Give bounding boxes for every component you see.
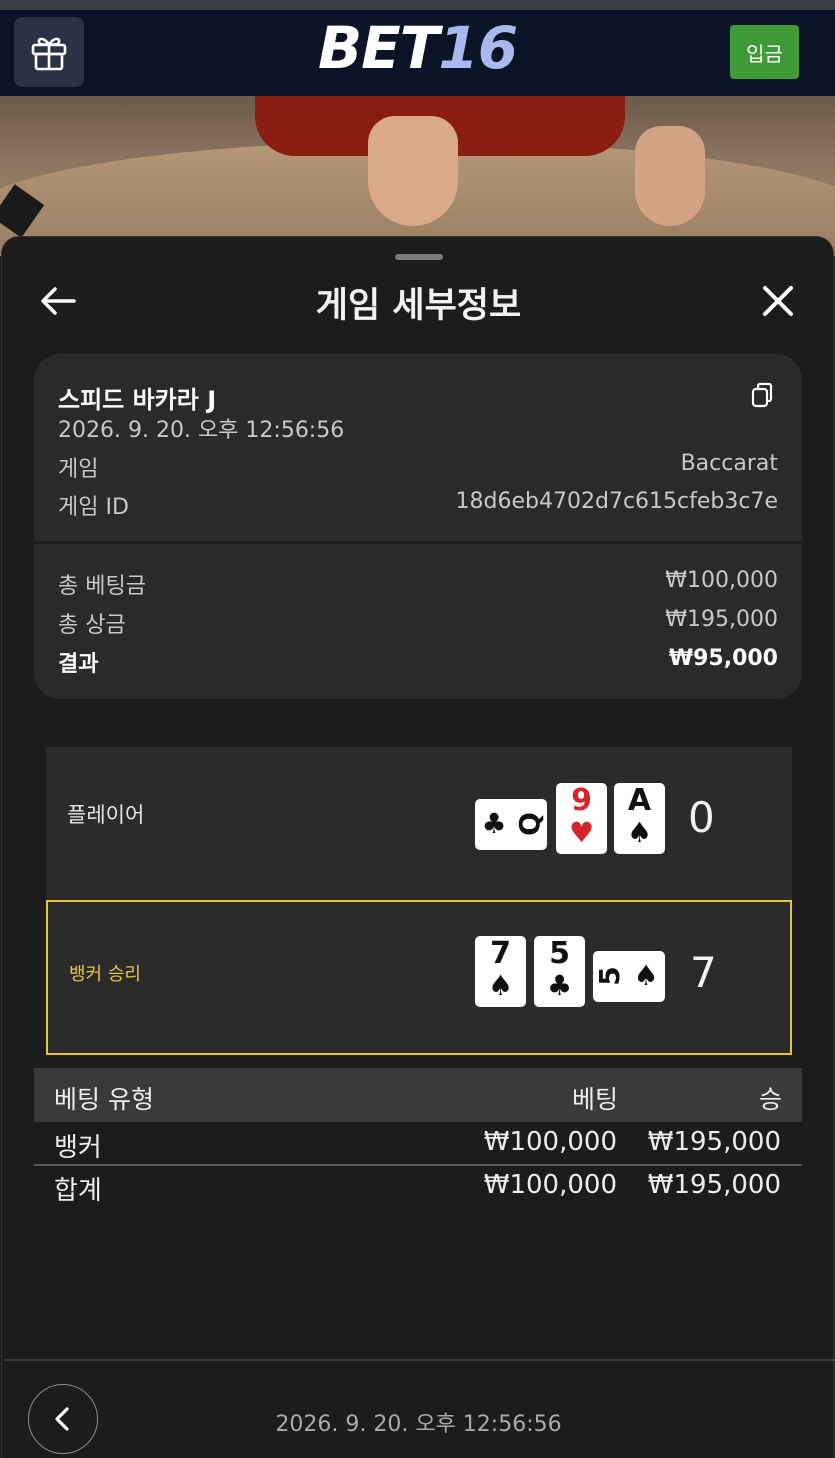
player-label: 플레이어: [67, 803, 145, 827]
banker-card-2: 5 ♣: [534, 936, 585, 1007]
game-value: Baccarat: [680, 451, 778, 476]
banker-hand: 뱅커 승리 7 ♠ 5 ♣ 5 ♠ 7: [46, 900, 792, 1055]
app-header: BET16 입금: [0, 10, 835, 96]
total-bet-label: 총 베팅금: [58, 574, 146, 599]
banker-card-1: 7 ♠: [475, 936, 526, 1007]
card-suit: ♣: [546, 969, 573, 1002]
card-rank: 5: [593, 966, 626, 986]
bet-type-header: 베팅 유형: [54, 1085, 154, 1114]
footer-divider: [5, 1359, 835, 1361]
total-label-cell: 합계: [54, 1176, 102, 1206]
card-rank: 7: [490, 936, 511, 971]
card-suit: ♣: [481, 807, 507, 840]
banker-label: 뱅커 승리: [69, 964, 141, 985]
game-id-label: 게임 ID: [58, 495, 129, 520]
live-video-backdrop: [0, 96, 835, 256]
footer-datetime: 2026. 9. 20. 오후 12:56:56: [275, 1412, 562, 1437]
player-score: 0: [688, 793, 715, 842]
card-rank: 5: [549, 936, 570, 971]
total-win-cell: ₩195,000: [647, 1170, 781, 1200]
total-win-label: 총 상금: [58, 613, 126, 638]
deposit-button[interactable]: 입금: [730, 25, 799, 79]
win-header: 승: [758, 1085, 782, 1114]
total-bet-value: ₩100,000: [665, 568, 778, 593]
top-strip: [0, 0, 835, 10]
card-rank: A: [627, 783, 652, 818]
game-label: 게임: [58, 457, 99, 482]
result-label: 결과: [58, 652, 99, 677]
player-card-3: A ♠: [614, 783, 665, 854]
logo-text: BET: [317, 14, 439, 82]
banker-card-3: 5 ♠: [593, 951, 665, 1002]
card-suit: ♠: [626, 816, 653, 849]
result-value: ₩95,000: [668, 646, 778, 671]
game-datetime: 2026. 9. 20. 오후 12:56:56: [58, 418, 345, 443]
game-details-sheet: 게임 세부정보 스피드 바카라 J 2026. 9. 20. 오후 12:56:…: [1, 236, 835, 1458]
logo-number: 16: [438, 14, 518, 82]
player-card-1: ♣ Q: [475, 799, 547, 850]
card-rank: Q: [513, 812, 546, 836]
sheet-title: 게임 세부정보: [315, 286, 522, 326]
card-suit: ♠: [487, 969, 514, 1002]
game-id-value: 18d6eb4702d7c615cfeb3c7e: [455, 489, 778, 514]
card-rank: 9: [571, 783, 592, 818]
game-name: 스피드 바카라 J: [58, 386, 217, 414]
close-icon[interactable]: [758, 281, 798, 321]
card-divider: [34, 541, 802, 544]
logo[interactable]: BET16: [0, 14, 835, 82]
bet-amount-cell: ₩100,000: [483, 1127, 617, 1157]
player-card-2: 9 ♥: [556, 783, 607, 854]
bet-table-header: 베팅 유형 베팅 승: [34, 1068, 802, 1122]
card-suit: ♠: [633, 959, 659, 992]
banker-score: 7: [690, 948, 717, 997]
total-bet-cell: ₩100,000: [483, 1170, 617, 1200]
win-amount-cell: ₩195,000: [647, 1127, 781, 1157]
copy-icon[interactable]: [748, 380, 778, 410]
table-divider: [34, 1164, 802, 1166]
bet-type-cell: 뱅커: [54, 1133, 102, 1163]
drag-handle[interactable]: [395, 254, 443, 260]
total-win-value: ₩195,000: [665, 607, 778, 632]
card-suit: ♥: [568, 816, 595, 849]
player-hand: 플레이어 ♣ Q 9 ♥ A ♠ 0: [46, 747, 792, 902]
game-summary-card: 스피드 바카라 J 2026. 9. 20. 오후 12:56:56 게임 Ba…: [34, 354, 802, 699]
bet-amount-header: 베팅: [571, 1085, 618, 1114]
